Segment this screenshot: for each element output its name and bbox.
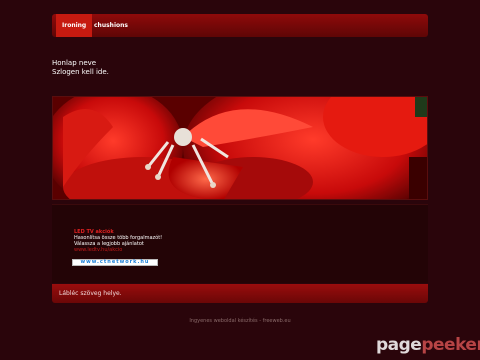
pagepeeker-watermark: pagepeeker (376, 335, 480, 355)
red-flower-image (53, 97, 427, 199)
credit-link[interactable]: Ingyenes weboldal készítés - freeweb.eu (0, 318, 480, 324)
top-navigation: Ironing chushions (52, 14, 428, 37)
site-title: Honlap neve (52, 59, 97, 67)
site-slogan: Szlogen kell ide. (52, 68, 109, 76)
site-header: Honlap neve Szlogen kell ide. (52, 59, 252, 77)
hero-image (52, 96, 428, 200)
nav-item-ironing[interactable]: Ironing (56, 14, 93, 37)
footer: Lábléc szöveg helye. (52, 284, 428, 303)
watermark-part-b: peeker (421, 335, 480, 355)
ad-url-link[interactable]: www.ledtv.hu/akcio (74, 247, 122, 253)
nav-item-chushions[interactable]: chushions (88, 14, 134, 37)
content-panel: LED TV akciók Hasonlítsa össze több forg… (52, 204, 428, 283)
footer-text: Lábléc szöveg helye. (59, 290, 122, 297)
ad-banner[interactable]: www.ctnetwork.hu (72, 259, 158, 266)
watermark-part-a: page (376, 335, 422, 355)
